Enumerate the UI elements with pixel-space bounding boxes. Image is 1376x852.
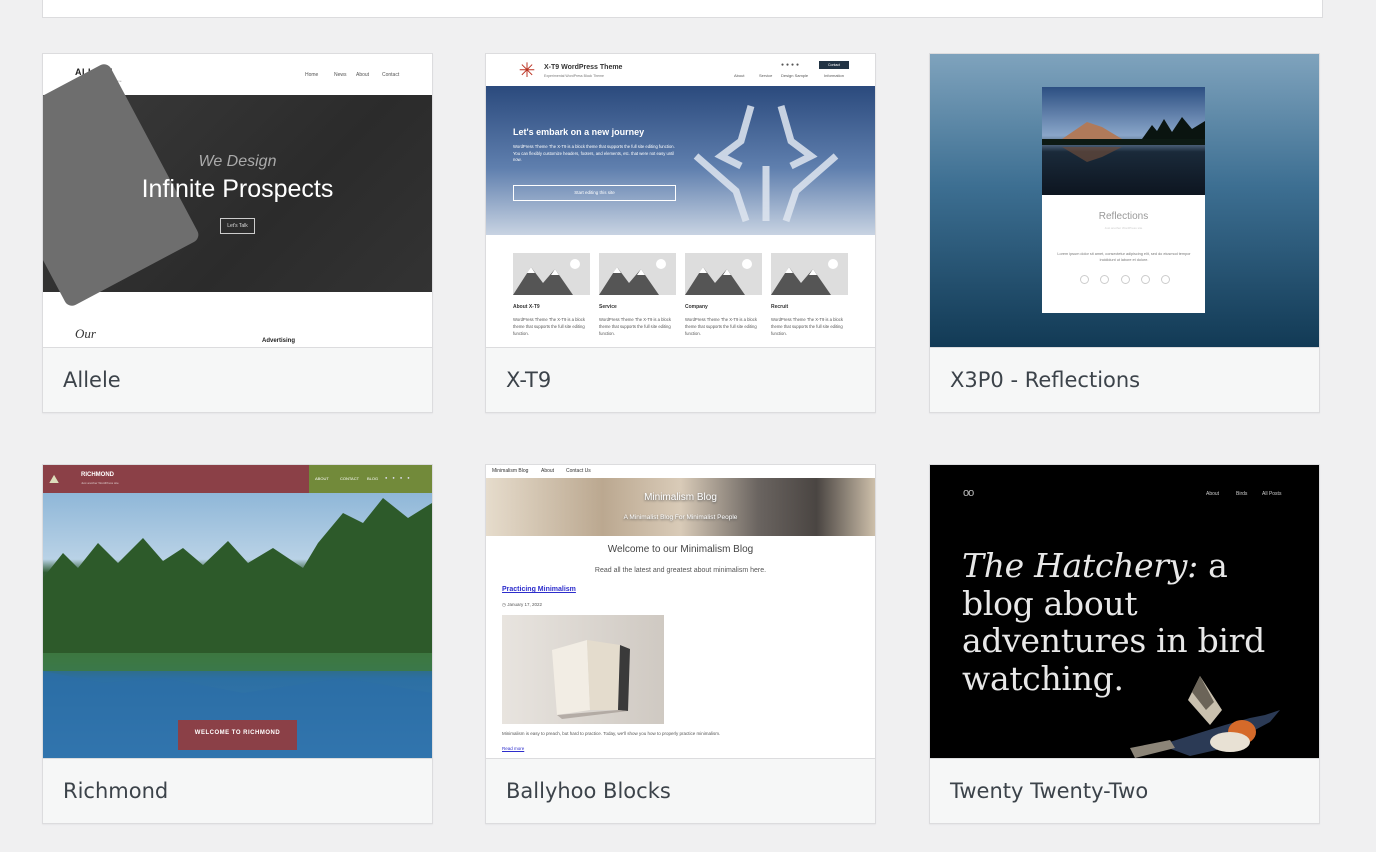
preview-hero-text: WordPress Theme The X-T9 is a block them… — [513, 144, 675, 162]
social-icons: ●●●● — [385, 475, 415, 480]
preview-nav-item: About — [734, 73, 745, 78]
glasses-logo-icon: oo — [963, 487, 974, 499]
preview-excerpt: Minimalism is easy to preach, but hard t… — [502, 731, 721, 736]
theme-card-x3p0-reflections[interactable]: Reflections Just another WordPress site … — [929, 53, 1320, 413]
preview-banner-text: WELCOME TO RICHMOND — [194, 730, 281, 736]
preview-nav-item: Contact — [382, 72, 400, 78]
placeholder-image-icon — [513, 253, 590, 295]
preview-read-more: Read more — [502, 746, 525, 751]
theme-name[interactable]: Twenty Twenty-Two — [930, 758, 1319, 823]
mountain-lake-image — [1042, 87, 1205, 195]
theme-name[interactable]: Allele — [43, 347, 432, 412]
preview-nav-item: BLOG — [367, 476, 379, 481]
preview-feature-title: Recruit — [771, 304, 789, 310]
theme-card-twenty-twenty-two[interactable]: oo About Birds All Posts The Hatchery: a… — [929, 464, 1320, 824]
preview-nav-item: ABOUT — [315, 476, 329, 481]
preview-feature-text: WordPress Theme The X-T9 is a block them… — [771, 317, 843, 336]
preview-hero-title: Infinite Prospects — [141, 175, 334, 203]
preview-banner: WELCOME TO RICHMOND — [178, 720, 297, 750]
theme-screenshot: ✳ X-T9 WordPress Theme Experimental Word… — [486, 54, 875, 347]
previous-row-card-edge — [42, 0, 1323, 18]
placeholder-image-icon — [599, 253, 676, 295]
preview-hero: We Design Infinite Prospects Let's Talk — [43, 61, 432, 309]
preview-post-date: ◷ January 17, 2022 — [502, 602, 542, 608]
preview-feature-title: About X-T9 — [513, 304, 540, 310]
preview-panel: Reflections Just another WordPress site … — [1042, 87, 1205, 313]
theme-screenshot: oo About Birds All Posts The Hatchery: a… — [930, 465, 1319, 758]
preview-brand: X-T9 WordPress Theme — [544, 64, 623, 71]
theme-screenshot: ALLELE Full Site Editing WordPress Theme… — [43, 54, 432, 347]
preview-hero-button: Let's Talk — [220, 218, 255, 234]
preview-nav-item: Minimalism Blog — [492, 468, 529, 474]
preview-header: Minimalism Blog About Contact Us — [486, 465, 875, 478]
preview-feature-text: WordPress Theme The X-T9 is a block them… — [685, 317, 757, 336]
preview-hero-title: Minimalism Blog — [644, 492, 717, 503]
theme-name[interactable]: Richmond — [43, 758, 432, 823]
x-t9-logo-icon: ✳ — [518, 60, 536, 82]
preview-post-title: Practicing Minimalism — [502, 586, 576, 593]
theme-card-ballyhoo-blocks[interactable]: Minimalism Blog About Contact Us Minimal… — [485, 464, 876, 824]
preview-intro: Read all the latest and greatest about m… — [594, 567, 767, 574]
theme-name[interactable]: Ballyhoo Blocks — [486, 758, 875, 823]
preview-nav-item: Information — [824, 73, 845, 78]
x-t9-emblem-icon — [693, 105, 839, 223]
preview-nav-item: About — [541, 468, 555, 474]
preview-section-script: Our — [75, 326, 96, 341]
book-image — [502, 615, 664, 724]
preview-nav-item: All Posts — [1262, 491, 1282, 497]
theme-card-x-t9[interactable]: ✳ X-T9 WordPress Theme Experimental Word… — [485, 53, 876, 413]
preview-hero-button: Start editing this site — [513, 185, 676, 201]
preview-nav-bar: ABOUT CONTACT BLOG ●●●● — [309, 465, 432, 493]
theme-name[interactable]: X-T9 — [486, 347, 875, 412]
preview-nav-item: Birds — [1236, 491, 1248, 497]
preview-header: ✳ X-T9 WordPress Theme Experimental Word… — [486, 54, 875, 86]
preview-hero-subtitle: A Minimalist Blog For Minimalist People — [623, 514, 738, 521]
preview-hero-script: We Design — [198, 153, 277, 170]
preview-feature-text: WordPress Theme The X-T9 is a block them… — [513, 317, 585, 336]
preview-tagline: Just another WordPress site — [81, 481, 119, 485]
theme-card-richmond[interactable]: ⛰ RICHMOND Just another WordPress site A… — [42, 464, 433, 824]
preview-feature-title: Service — [599, 304, 617, 310]
preview-nav-item: Design Sample — [781, 73, 809, 78]
preview-headline-italic: The Hatchery: — [962, 546, 1198, 585]
preview-section-label: Advertising — [262, 338, 296, 344]
placeholder-image-icon — [771, 253, 848, 295]
mountain-logo-icon: ⛰ — [49, 472, 60, 486]
preview-brand: RICHMOND — [81, 472, 114, 478]
social-icons: ●●●● — [781, 62, 802, 68]
preview-nav-item: Contact Us — [566, 468, 591, 474]
theme-card-allele[interactable]: ALLELE Full Site Editing WordPress Theme… — [42, 53, 433, 413]
preview-welcome: Welcome to our Minimalism Blog — [607, 544, 754, 555]
preview-contact-button: Contact — [819, 61, 849, 69]
preview-hero: Let's embark on a new journey WordPress … — [486, 86, 875, 235]
theme-screenshot: Reflections Just another WordPress site … — [930, 54, 1319, 347]
preview-tagline: Experimental WordPress Block Theme — [544, 74, 604, 78]
theme-name[interactable]: X3P0 - Reflections — [930, 347, 1319, 412]
preview-post-date-text: January 17, 2022 — [507, 602, 542, 607]
preview-feature-text: WordPress Theme The X-T9 is a block them… — [599, 317, 671, 336]
preview-subtitle: Just another WordPress site — [1104, 226, 1143, 230]
preview-nav-item: Home — [305, 72, 319, 78]
preview-feature-title: Company — [685, 304, 708, 310]
preview-nav-item: News — [334, 72, 347, 78]
preview-header: ⛰ RICHMOND Just another WordPress site A… — [43, 465, 432, 493]
preview-title: Reflections — [1098, 211, 1149, 222]
placeholder-image-icon — [685, 253, 762, 295]
preview-nav-item: About — [356, 72, 370, 78]
preview-nav-item: About — [1206, 491, 1220, 497]
theme-screenshot: Minimalism Blog About Contact Us Minimal… — [486, 465, 875, 758]
preview-body: Lorem ipsum dolor sit amet, consectetur … — [1057, 252, 1191, 262]
swallow-bird-illustration — [1130, 676, 1280, 758]
lake-forest-image: WELCOME TO RICHMOND — [43, 493, 432, 758]
social-icons — [1080, 275, 1170, 285]
preview-nav-item: Service — [759, 73, 773, 78]
preview-hero-title: Let's embark on a new journey — [513, 127, 645, 137]
theme-screenshot: ⛰ RICHMOND Just another WordPress site A… — [43, 465, 432, 758]
preview-nav-item: CONTACT — [340, 476, 360, 481]
preview-hero: Minimalism Blog A Minimalist Blog For Mi… — [486, 478, 875, 536]
